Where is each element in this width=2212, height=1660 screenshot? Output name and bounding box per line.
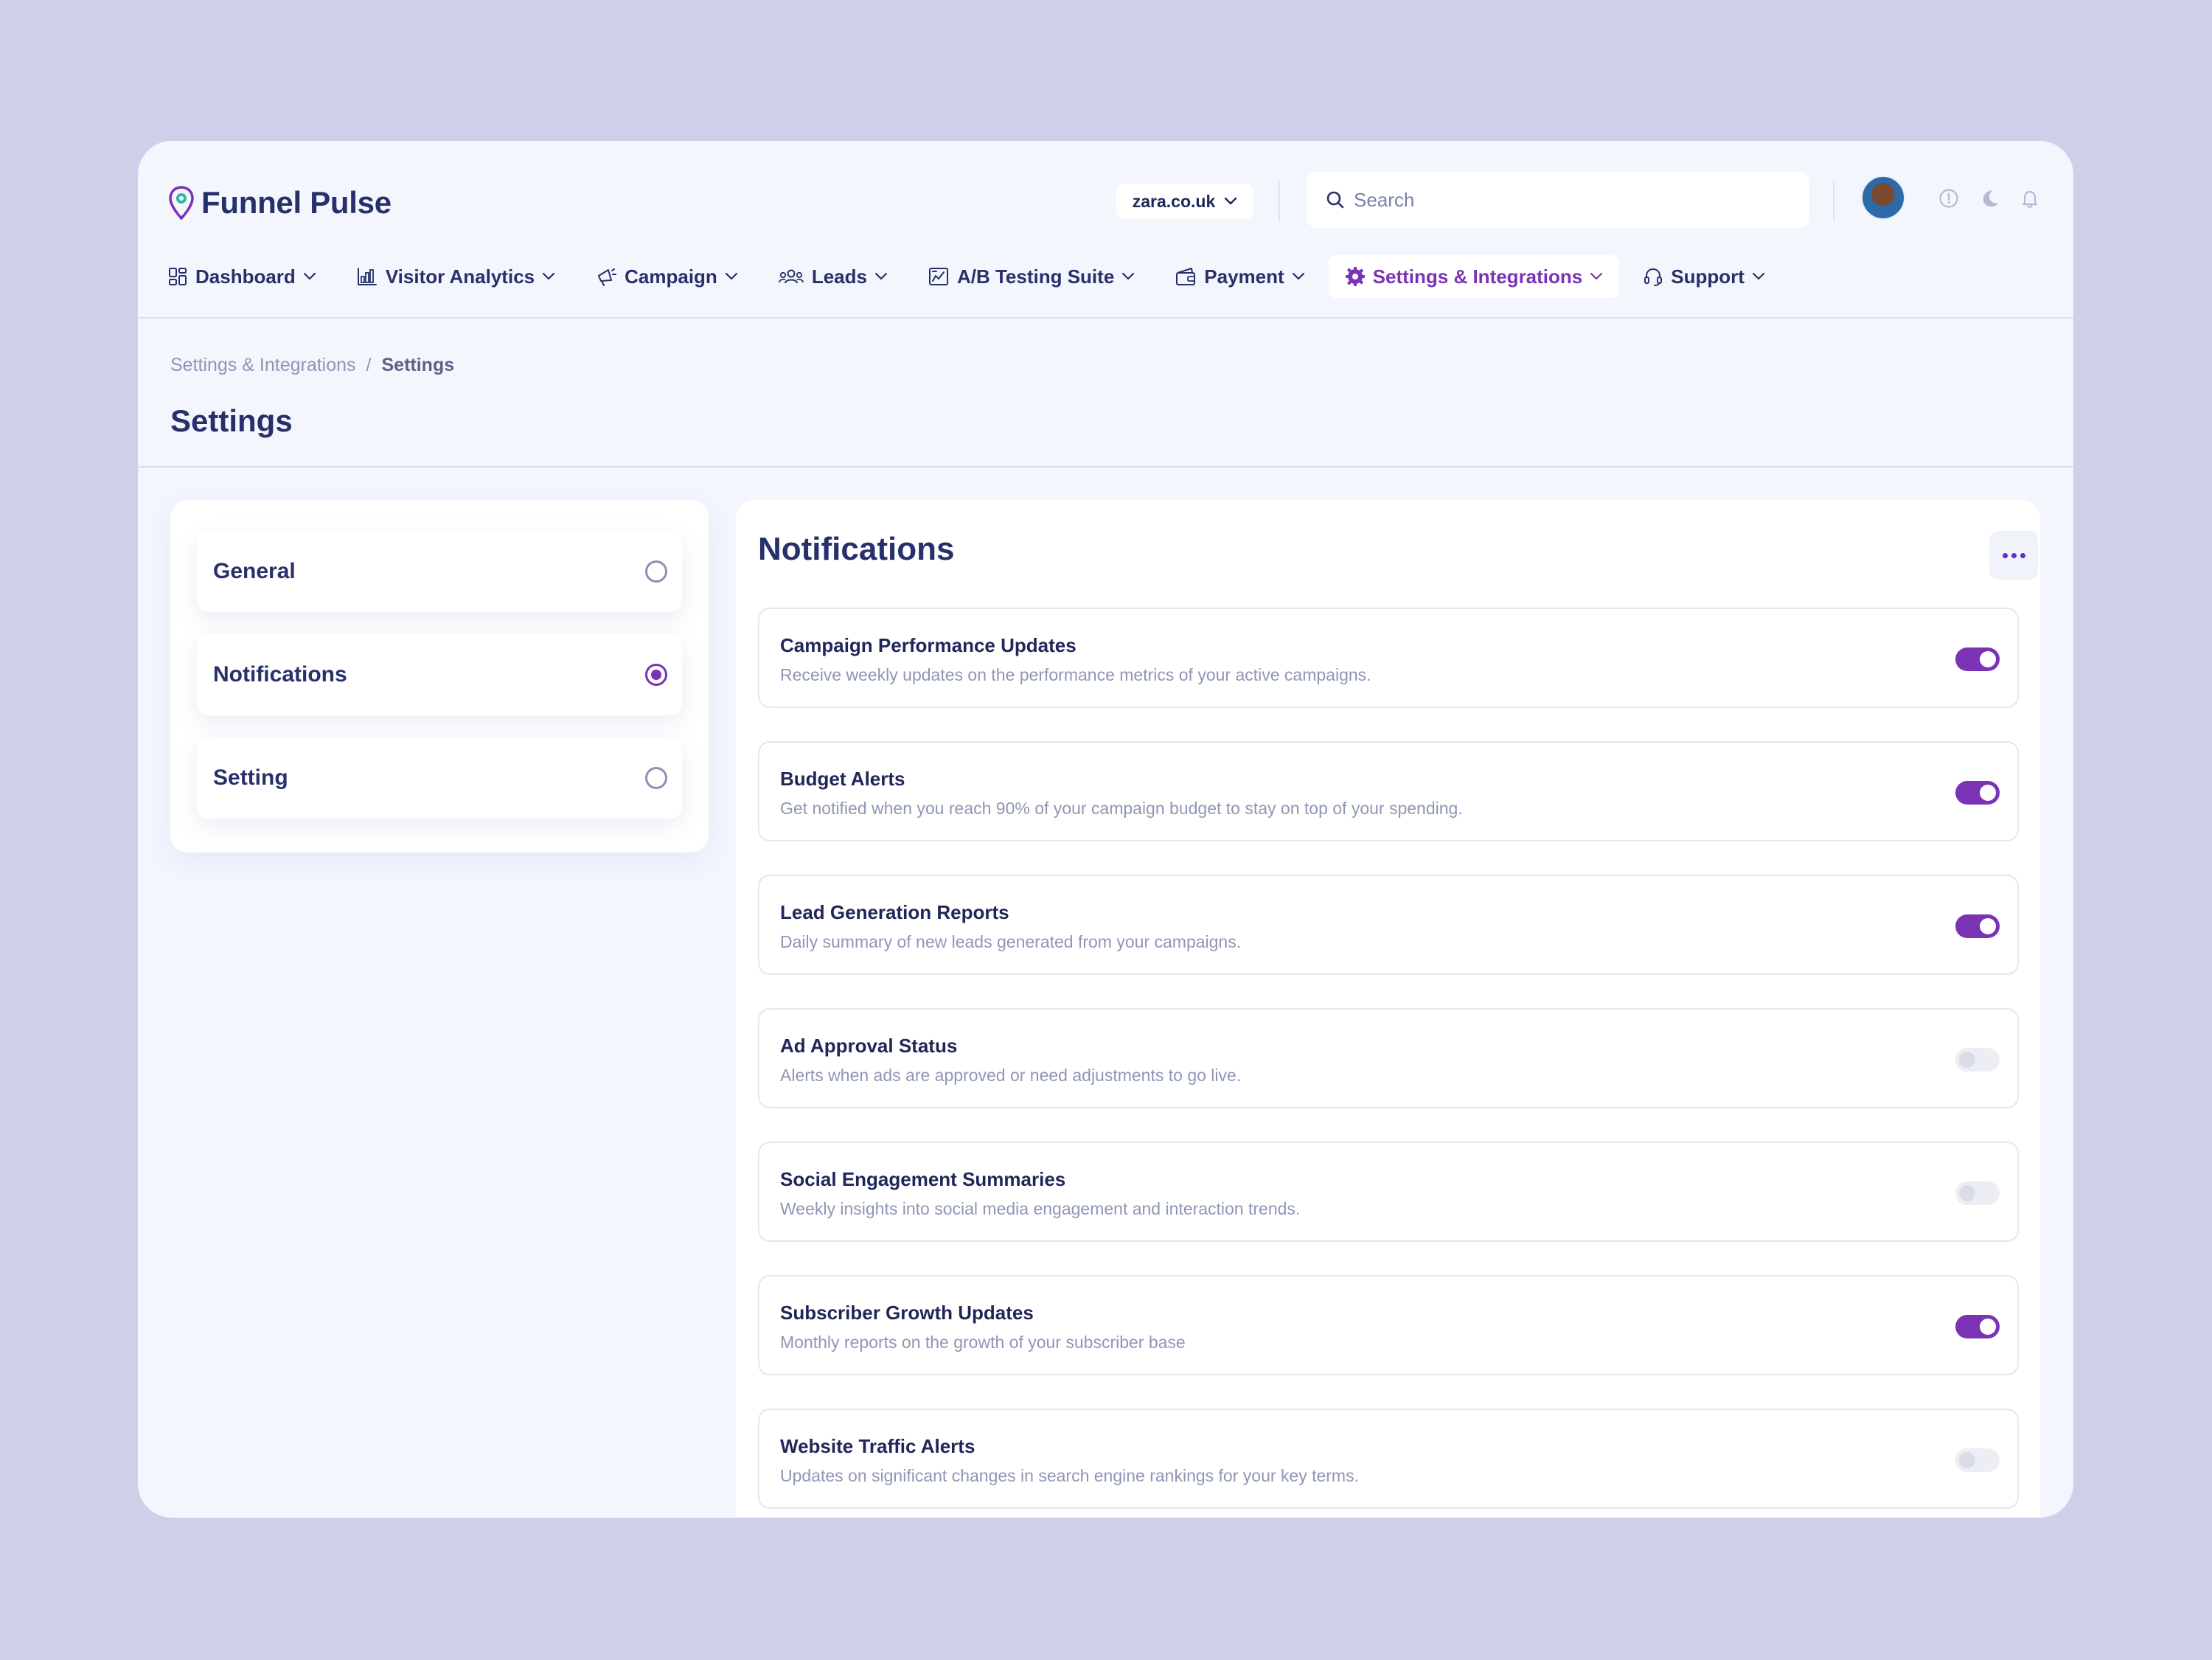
grid-icon (169, 268, 187, 285)
notification-title: Lead Generation Reports (780, 901, 1009, 923)
top-bar: Funnel Pulse zara.co.uk Dashboard (138, 141, 2073, 318)
nav-label: Visitor Analytics (385, 265, 535, 288)
search-box[interactable] (1307, 172, 1809, 228)
breadcrumb-separator: / (366, 355, 372, 375)
menu-item-label: Notifications (213, 662, 347, 687)
chevron-down-icon (1292, 272, 1304, 280)
notification-title: Campaign Performance Updates (780, 634, 1077, 656)
notification-title: Website Traffic Alerts (780, 1435, 975, 1457)
nav-ab-testing-suite[interactable]: A/B Testing Suite (911, 255, 1151, 298)
notification-title: Budget Alerts (780, 768, 905, 790)
logo-pin-icon (169, 186, 194, 220)
settings-menu-item-general[interactable]: General (197, 531, 682, 612)
chevron-down-icon (874, 272, 888, 280)
nav-visitor-analytics[interactable]: Visitor Analytics (340, 255, 571, 298)
more-dots-icon (2002, 552, 2008, 558)
domain-select[interactable]: zara.co.uk (1116, 184, 1253, 219)
notification-toggle[interactable] (1955, 781, 2000, 805)
header-divider-line (138, 466, 2073, 468)
notification-toggle[interactable] (1955, 1315, 2000, 1338)
headset-icon (1644, 268, 1663, 286)
notifications-panel: Notifications Campaign Performance Updat… (736, 500, 2040, 1518)
chevron-down-icon (303, 272, 316, 280)
menu-item-label: Setting (213, 765, 288, 790)
breadcrumb-current: Settings (381, 355, 455, 375)
radio-button[interactable] (645, 560, 667, 583)
app-name: Funnel Pulse (201, 185, 392, 220)
notification-item: Subscriber Growth Updates Monthly report… (758, 1275, 2019, 1375)
header-divider (1833, 181, 1834, 221)
notification-item: Social Engagement Summaries Weekly insig… (758, 1142, 2019, 1242)
main-nav: Dashboard Visitor Analytics Campaign Lea… (151, 254, 1789, 299)
header-divider (1279, 181, 1280, 221)
notification-description: Monthly reports on the growth of your su… (780, 1333, 1186, 1352)
logo[interactable]: Funnel Pulse (169, 181, 392, 225)
user-avatar[interactable] (1861, 176, 1905, 220)
nav-label: A/B Testing Suite (956, 265, 1115, 288)
chevron-down-icon (725, 272, 737, 280)
chevron-down-icon (1590, 272, 1603, 280)
settings-menu-item-notifications[interactable]: Notifications (197, 634, 682, 715)
notification-description: Alerts when ads are approved or need adj… (780, 1066, 1242, 1085)
notification-description: Receive weekly updates on the performanc… (780, 665, 1371, 684)
nav-settings-integrations[interactable]: Settings & Integrations (1328, 255, 1620, 298)
more-options-button[interactable] (1989, 531, 2038, 580)
notification-description: Weekly insights into social media engage… (780, 1199, 1301, 1218)
nav-payment[interactable]: Payment (1158, 255, 1321, 298)
notification-title: Subscriber Growth Updates (780, 1302, 1034, 1324)
moon-icon[interactable] (1978, 187, 2001, 210)
notification-toggle[interactable] (1955, 914, 2000, 938)
settings-menu: General Notifications Setting (170, 500, 709, 852)
nav-label: Dashboard (195, 265, 296, 288)
notification-toggle[interactable] (1955, 1181, 2000, 1205)
search-icon (1326, 191, 1344, 209)
radio-button[interactable] (645, 767, 667, 789)
nav-leads[interactable]: Leads (762, 255, 904, 298)
chevron-down-icon (1752, 272, 1765, 280)
notification-title: Ad Approval Status (780, 1035, 958, 1057)
nav-label: Leads (811, 265, 867, 288)
notification-item: Budget Alerts Get notified when you reac… (758, 741, 2019, 841)
notifications-title: Notifications (758, 531, 955, 567)
notification-description: Get notified when you reach 90% of your … (780, 799, 1463, 818)
notification-item: Lead Generation Reports Daily summary of… (758, 875, 2019, 975)
nav-label: Settings & Integrations (1372, 265, 1583, 288)
gear-icon (1345, 267, 1365, 286)
breadcrumb-parent[interactable]: Settings & Integrations (170, 355, 356, 376)
bell-icon[interactable] (2018, 187, 2042, 210)
domain-select-value: zara.co.uk (1132, 191, 1216, 211)
menu-item-label: General (213, 559, 296, 583)
bar-chart-icon (357, 268, 377, 285)
notification-description: Daily summary of new leads generated fro… (780, 932, 1242, 951)
settings-menu-item-setting[interactable]: Setting (197, 737, 682, 819)
wallet-icon (1176, 268, 1196, 285)
users-icon (778, 269, 804, 284)
notification-item: Campaign Performance Updates Receive wee… (758, 608, 2019, 708)
notification-toggle[interactable] (1955, 1448, 2000, 1472)
radio-button-selected[interactable] (645, 664, 667, 686)
nav-campaign[interactable]: Campaign (579, 255, 754, 298)
ab-test-icon (928, 268, 948, 285)
search-input[interactable] (1354, 188, 1767, 212)
nav-label: Support (1671, 265, 1745, 288)
chevron-down-icon (1122, 272, 1135, 280)
notification-toggle[interactable] (1955, 647, 2000, 671)
chevron-down-icon (543, 272, 555, 280)
nav-dashboard[interactable]: Dashboard (151, 255, 333, 298)
megaphone-icon (598, 268, 617, 286)
nav-label: Payment (1204, 265, 1284, 288)
page-title: Settings (170, 403, 293, 438)
notification-toggle[interactable] (1955, 1048, 2000, 1072)
notification-title: Social Engagement Summaries (780, 1168, 1066, 1190)
nav-divider (138, 317, 2073, 319)
app-window: Funnel Pulse zara.co.uk Dashboard (138, 141, 2073, 1518)
nav-support[interactable]: Support (1627, 255, 1781, 298)
chevron-down-icon (1225, 197, 1237, 205)
notification-item: Website Traffic Alerts Updates on signif… (758, 1409, 2019, 1509)
nav-label: Campaign (625, 265, 717, 288)
breadcrumb: Settings & Integrations / Settings (170, 355, 454, 376)
info-icon[interactable] (1937, 187, 1961, 210)
notification-description: Updates on significant changes in search… (780, 1466, 1359, 1485)
notification-item: Ad Approval Status Alerts when ads are a… (758, 1008, 2019, 1108)
